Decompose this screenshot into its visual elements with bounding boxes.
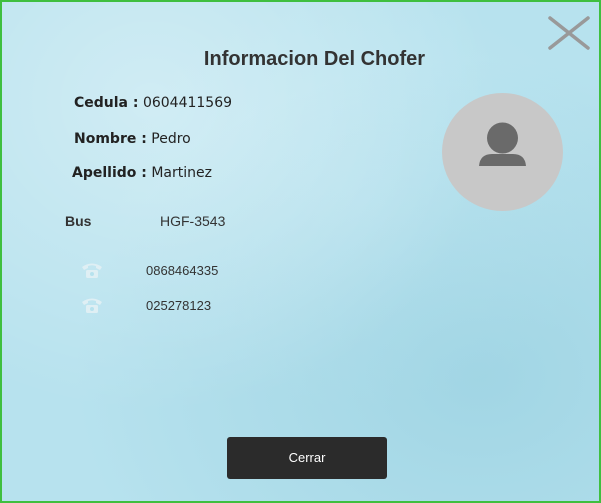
avatar (442, 93, 563, 211)
cedula-field: Cedula : 0604411569 (74, 95, 232, 111)
bus-value: HGF-3543 (160, 213, 226, 229)
nombre-label: Nombre : (74, 131, 147, 147)
apellido-label: Apellido : (72, 165, 147, 181)
bus-label: Bus (65, 213, 92, 229)
close-button[interactable]: Cerrar (227, 437, 387, 479)
telephone-icon (80, 260, 104, 280)
nombre-value: Pedro (151, 131, 191, 147)
apellido-value: Martinez (151, 165, 212, 181)
cedula-value: 0604411569 (142, 95, 233, 111)
phone-value: 0868464335 (146, 263, 219, 278)
cedula-label: Cedula : (74, 95, 139, 111)
apellido-field: Apellido : Martinez (72, 165, 212, 181)
phone-value: 025278123 (146, 298, 212, 313)
dialog-title: Informacion Del Chofer (203, 48, 426, 70)
close-icon[interactable] (547, 16, 591, 50)
telephone-icon (80, 295, 104, 315)
driver-info-dialog: Informacion Del Chofer Cedula : 06044115… (0, 0, 601, 503)
nombre-field: Nombre : Pedro (74, 131, 191, 147)
user-silhouette-icon (479, 122, 526, 166)
